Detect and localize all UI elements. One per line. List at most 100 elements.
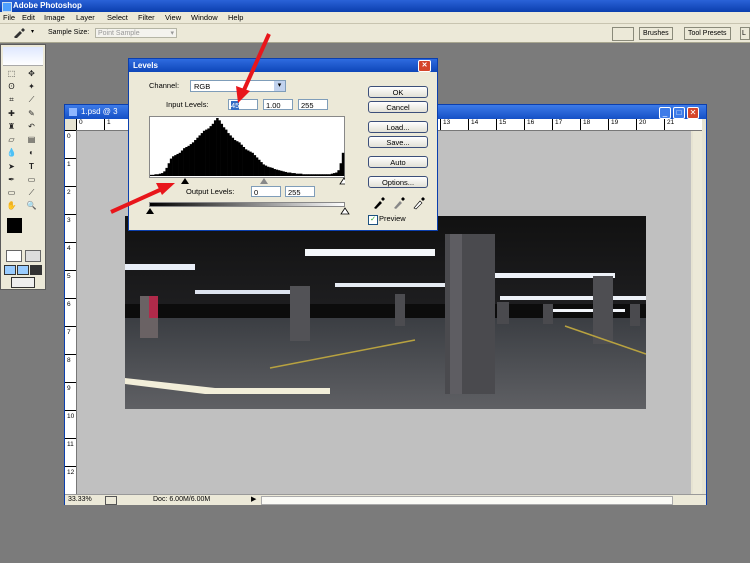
screen-mode-full-icon[interactable] xyxy=(30,265,42,275)
input-gamma-slider[interactable] xyxy=(260,178,268,184)
menu-select[interactable]: Select xyxy=(107,12,128,23)
close-icon[interactable]: ✕ xyxy=(418,60,431,72)
load-button[interactable]: Load... xyxy=(368,121,428,133)
histogram-bar xyxy=(207,128,210,176)
gradient-tool-icon[interactable]: ▤ xyxy=(26,135,37,145)
ruler-number: 1 xyxy=(107,119,111,126)
ok-button[interactable]: OK xyxy=(368,86,428,98)
close-icon[interactable]: ✕ xyxy=(687,107,699,119)
menu-window[interactable]: Window xyxy=(191,12,218,23)
gray-point-eyedropper-icon[interactable] xyxy=(394,197,405,209)
tab-tool-presets[interactable]: Tool Presets xyxy=(684,27,731,40)
menu-image[interactable]: Image xyxy=(44,12,65,23)
ruler-tick xyxy=(664,119,665,130)
screen-mode-standard-icon[interactable] xyxy=(4,265,16,275)
jump-to-imageready-icon[interactable] xyxy=(11,277,35,288)
histogram-bar xyxy=(293,173,296,176)
eyedropper-tool-icon[interactable] xyxy=(12,28,26,38)
type-tool-icon[interactable]: T xyxy=(26,162,37,172)
output-black-slider[interactable] xyxy=(146,208,154,214)
menu-filter[interactable]: Filter xyxy=(138,12,155,23)
photoshop-feather-logo-icon[interactable] xyxy=(3,47,43,66)
move-tool-icon[interactable]: ✥ xyxy=(26,69,37,79)
ruler-number: 21 xyxy=(667,119,675,126)
output-white-slider[interactable] xyxy=(340,207,350,215)
tool-preset-dropdown-icon[interactable]: ▾ xyxy=(31,28,34,35)
input-white-slider[interactable] xyxy=(339,177,345,185)
zoom-level[interactable]: 33.33% xyxy=(68,495,92,505)
input-gamma-field[interactable]: 1.00 xyxy=(263,99,293,110)
histogram-bar xyxy=(304,174,307,176)
blur-tool-icon[interactable]: 💧 xyxy=(6,148,17,158)
tab-brushes[interactable]: Brushes xyxy=(639,27,673,40)
foreground-color-swatch[interactable] xyxy=(7,218,22,233)
screen-mode-full-menu-icon[interactable] xyxy=(17,265,29,275)
input-slider-track[interactable] xyxy=(149,177,345,185)
input-black-slider[interactable] xyxy=(181,178,189,184)
output-slider-track[interactable] xyxy=(146,207,350,215)
channel-select[interactable]: RGB ▾ xyxy=(190,80,286,92)
slice-tool-icon[interactable]: ⟋ xyxy=(26,95,37,105)
shape-tool-icon[interactable]: ▭ xyxy=(26,175,37,185)
crop-tool-icon[interactable]: ⌗ xyxy=(6,95,17,105)
marquee-tool-icon[interactable]: ⬚ xyxy=(6,69,17,79)
save-button[interactable]: Save... xyxy=(368,136,428,148)
histogram xyxy=(149,116,345,178)
maximize-icon[interactable]: □ xyxy=(673,107,685,119)
cancel-button[interactable]: Cancel xyxy=(368,101,428,113)
horizontal-scrollbar[interactable] xyxy=(261,496,673,505)
brush-tool-icon[interactable]: ✎ xyxy=(26,109,37,119)
menu-help[interactable]: Help xyxy=(228,12,243,23)
lasso-tool-icon[interactable]: ʘ xyxy=(6,82,17,92)
notes-tool-icon[interactable]: ▭ xyxy=(6,188,17,198)
zoom-tool-icon[interactable]: 🔍 xyxy=(26,201,37,211)
minimize-icon[interactable]: _ xyxy=(659,107,671,119)
histogram-bar xyxy=(277,170,281,176)
healing-brush-tool-icon[interactable]: ✚ xyxy=(6,109,17,119)
ruler-number: 10 xyxy=(67,413,75,420)
levels-title-bar[interactable]: Levels ✕ xyxy=(129,59,437,72)
input-levels-label: Input Levels: xyxy=(166,100,209,109)
menu-layer[interactable]: Layer xyxy=(76,12,95,23)
standard-mode-icon[interactable] xyxy=(6,250,22,262)
menu-edit[interactable]: Edit xyxy=(22,12,35,23)
palette-well-icon[interactable] xyxy=(612,27,634,41)
options-button[interactable]: Options... xyxy=(368,176,428,188)
eraser-tool-icon[interactable]: ▱ xyxy=(6,135,17,145)
ruler-number: 19 xyxy=(611,119,619,126)
histogram-bar xyxy=(216,118,219,176)
white-point-eyedropper-icon[interactable] xyxy=(413,197,425,210)
histogram-bar xyxy=(255,157,259,176)
hand-tool-icon[interactable]: ✋ xyxy=(6,201,17,211)
sample-size-select[interactable]: Point Sample ▾ xyxy=(95,28,177,38)
path-selection-tool-icon[interactable]: ➤ xyxy=(6,162,17,172)
navigator-icon[interactable] xyxy=(105,496,117,505)
output-black-field[interactable]: 0 xyxy=(251,186,281,197)
histogram-bar xyxy=(284,171,287,176)
input-black-field[interactable]: 45 xyxy=(228,99,258,110)
auto-button[interactable]: Auto xyxy=(368,156,428,168)
history-brush-tool-icon[interactable]: ↶ xyxy=(26,122,37,132)
magic-wand-tool-icon[interactable]: ✦ xyxy=(26,82,37,92)
clone-stamp-tool-icon[interactable]: ♜ xyxy=(6,122,17,132)
menu-file[interactable]: File xyxy=(3,12,15,23)
ruler-number: 13 xyxy=(443,119,451,126)
vertical-scrollbar[interactable] xyxy=(693,131,702,494)
status-menu-arrow-icon[interactable]: ▶ xyxy=(251,495,256,505)
menu-view[interactable]: View xyxy=(165,12,181,23)
eyedropper-palette-icon[interactable]: ⟋ xyxy=(26,188,37,198)
input-white-field[interactable]: 255 xyxy=(298,99,328,110)
black-point-eyedropper-icon[interactable] xyxy=(374,197,385,209)
pen-tool-icon[interactable]: ✒ xyxy=(6,175,17,185)
histogram-bar xyxy=(165,167,168,176)
histogram-bar xyxy=(308,174,312,176)
levels-dialog: Levels ✕ Channel: RGB ▾ Input Levels: 45… xyxy=(128,58,438,231)
tab-layer-comps[interactable]: L xyxy=(740,27,750,40)
dodge-tool-icon[interactable]: ◐ xyxy=(26,148,37,158)
histogram-bar xyxy=(280,170,283,176)
sample-size-value: Point Sample xyxy=(98,30,140,37)
quick-mask-icon[interactable] xyxy=(25,250,41,262)
output-white-field[interactable]: 255 xyxy=(285,186,315,197)
preview-checkbox[interactable]: ✓ xyxy=(368,215,378,225)
histogram-bar xyxy=(178,152,182,176)
